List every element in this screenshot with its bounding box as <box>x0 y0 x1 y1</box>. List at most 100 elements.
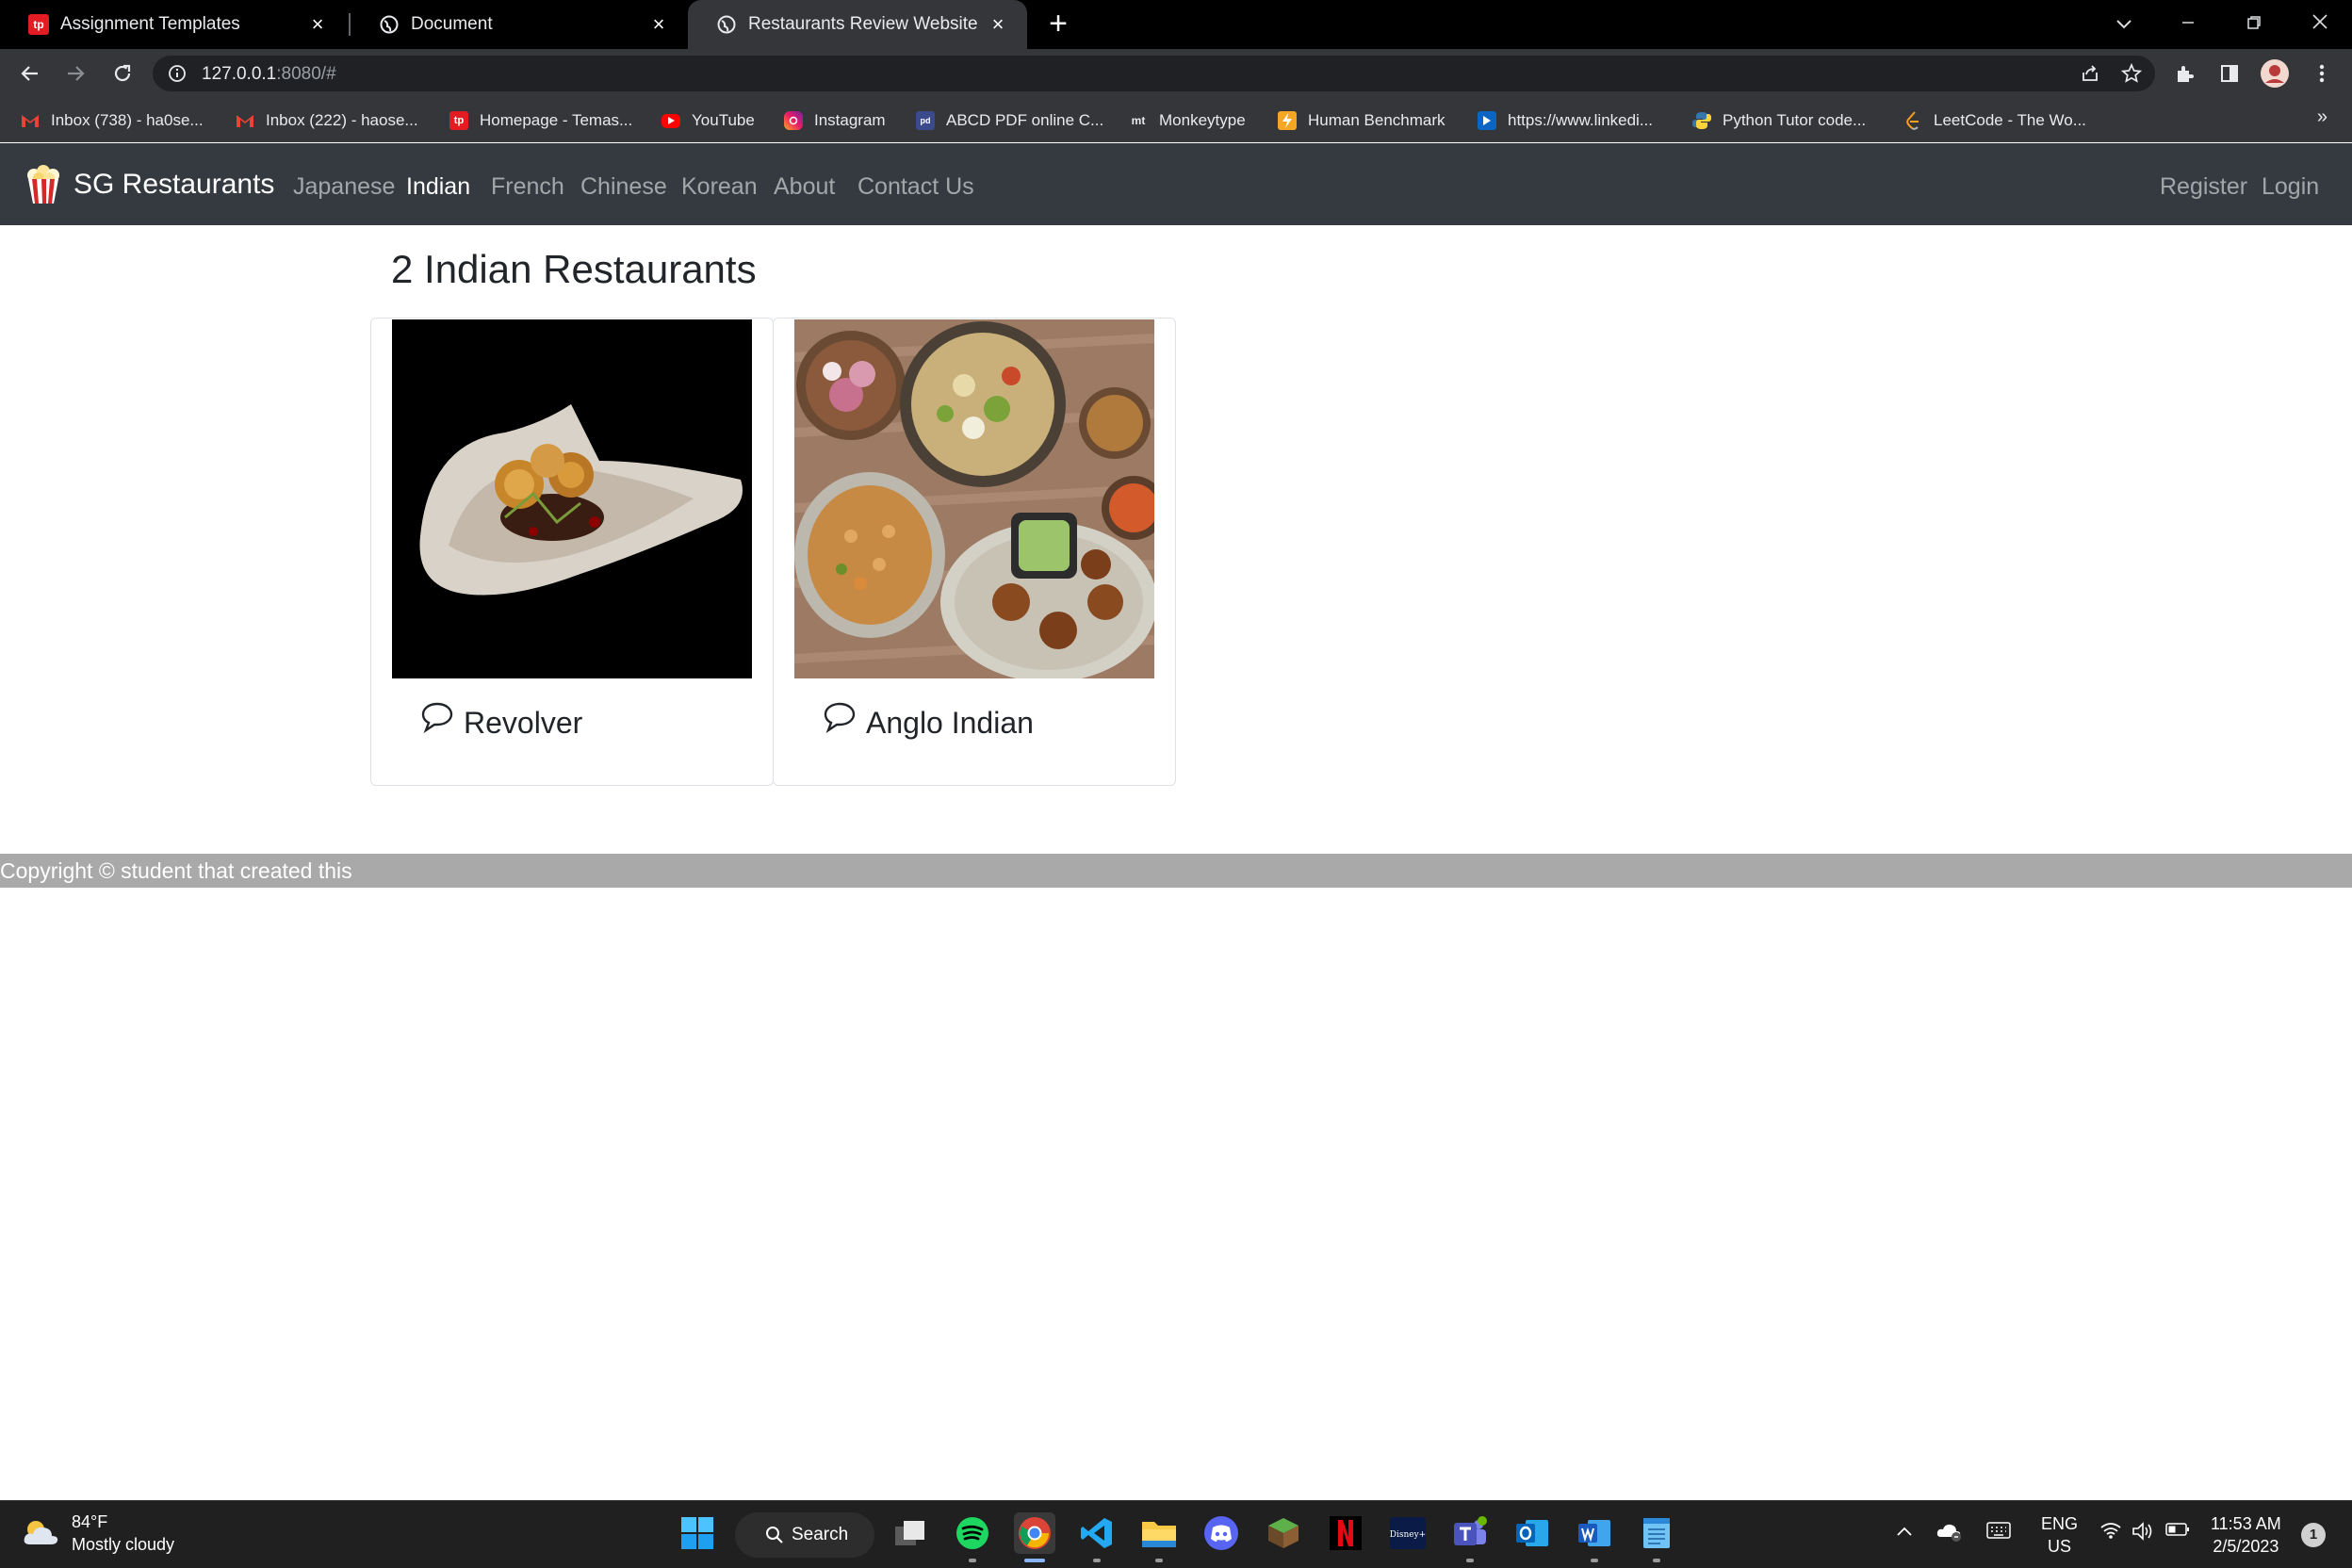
system-clock[interactable]: 11:53 AM 2/5/2023 <box>2211 1512 2281 1558</box>
notification-badge[interactable]: 1 <box>2301 1523 2326 1547</box>
bookmark-star-icon[interactable] <box>2115 57 2148 90</box>
notepad-icon[interactable] <box>1636 1512 1677 1562</box>
bookmark-label: YouTube <box>692 111 755 129</box>
minecraft-icon[interactable] <box>1263 1512 1304 1554</box>
word-icon[interactable] <box>1574 1512 1615 1562</box>
svg-text:Disney+: Disney+ <box>1390 1530 1426 1540</box>
wifi-icon[interactable] <box>2099 1522 2122 1544</box>
nav-korean[interactable]: Korean <box>681 173 758 201</box>
volume-icon[interactable] <box>2132 1522 2154 1545</box>
nav-about[interactable]: About <box>774 173 835 201</box>
show-hidden-icons-chevron-icon[interactable] <box>1896 1522 1913 1542</box>
nav-register[interactable]: Register <box>2160 173 2247 201</box>
close-tab-icon[interactable]: × <box>986 12 1010 37</box>
tab-assignment-templates[interactable]: tp Assignment Templates × <box>0 0 347 49</box>
discord-icon[interactable] <box>1200 1512 1242 1554</box>
tab-search-chevron-icon[interactable] <box>2107 8 2141 41</box>
linkedin-icon <box>1478 111 1496 130</box>
new-tab-button[interactable]: + <box>1043 8 1073 40</box>
address-bar[interactable]: 127.0.0.1:8080/# <box>153 56 2155 91</box>
share-icon[interactable] <box>2073 57 2107 90</box>
file-explorer-icon[interactable] <box>1138 1512 1180 1562</box>
restore-icon[interactable] <box>2237 8 2271 41</box>
nav-japanese[interactable]: Japanese <box>293 173 395 201</box>
bookmark-label: LeetCode - The Wo... <box>1934 111 2086 129</box>
tp-icon: tp <box>449 111 468 130</box>
extensions-puzzle-icon[interactable] <box>2167 57 2201 90</box>
taskbar-search[interactable]: Search <box>735 1512 874 1558</box>
bookmark-linkedin[interactable]: https://www.linkedi... <box>1478 108 1653 133</box>
gmail-icon <box>21 111 40 130</box>
battery-icon[interactable] <box>2165 1522 2190 1542</box>
nav-indian[interactable]: Indian <box>406 173 470 201</box>
vscode-icon[interactable] <box>1076 1512 1118 1562</box>
more-bookmarks-button[interactable]: » <box>2317 106 2328 128</box>
nav-chinese[interactable]: Chinese <box>580 173 667 201</box>
nav-french[interactable]: French <box>491 173 564 201</box>
bookmark-python-tutor[interactable]: Python Tutor code... <box>1692 108 1866 133</box>
gmail-icon <box>236 111 254 130</box>
windows-taskbar: 84°F Mostly cloudy Search Disney+ ENG US… <box>0 1500 2352 1568</box>
lang-top: ENG <box>2041 1514 2079 1533</box>
pdf-icon: pd <box>916 111 935 130</box>
nav-contact-us[interactable]: Contact Us <box>858 173 974 201</box>
bookmark-human-benchmark[interactable]: Human Benchmark <box>1278 108 1446 133</box>
side-panel-icon[interactable] <box>2213 57 2246 90</box>
weather-widget[interactable]: 84°F Mostly cloudy <box>21 1511 174 1556</box>
tab-document[interactable]: Document × <box>351 0 688 49</box>
chrome-taskbar-icon[interactable] <box>1014 1512 1055 1562</box>
url-text: 127.0.0.1:8080/# <box>202 64 336 85</box>
tab-restaurants-review[interactable]: Restaurants Review Website × <box>688 0 1027 49</box>
close-tab-icon[interactable]: × <box>646 12 671 37</box>
chrome-menu-icon[interactable] <box>2305 57 2339 90</box>
restaurant-photo[interactable] <box>794 319 1154 678</box>
bookmark-homepage[interactable]: tp Homepage - Temas... <box>449 108 632 133</box>
bookmark-abcd-pdf[interactable]: pd ABCD PDF online C... <box>916 108 1103 133</box>
back-icon[interactable] <box>13 57 47 90</box>
globe-icon <box>379 14 400 35</box>
bookmark-instagram[interactable]: Instagram <box>784 108 886 133</box>
restaurant-card[interactable]: Revolver <box>370 318 774 786</box>
start-windows-icon[interactable] <box>677 1512 718 1554</box>
restaurant-name[interactable]: Anglo Indian <box>866 706 1034 741</box>
onedrive-cloud-icon[interactable] <box>1936 1520 1962 1547</box>
bookmark-inbox-1[interactable]: Inbox (738) - ha0se... <box>21 108 204 133</box>
bookmark-leetcode[interactable]: LeetCode - The Wo... <box>1903 108 2086 133</box>
tab-title: Assignment Templates <box>60 14 240 34</box>
restaurant-name[interactable]: Revolver <box>464 706 582 741</box>
profile-avatar[interactable] <box>2258 57 2292 90</box>
bookmark-monkeytype[interactable]: mt Monkeytype <box>1129 108 1246 133</box>
comment-icon <box>421 702 453 733</box>
disney-plus-icon[interactable]: Disney+ <box>1387 1512 1429 1554</box>
reload-icon[interactable] <box>106 57 139 90</box>
clock-date: 2/5/2023 <box>2213 1537 2279 1556</box>
forward-icon[interactable] <box>58 57 92 90</box>
input-language[interactable]: ENG US <box>2041 1512 2078 1558</box>
tab-title: Document <box>411 14 493 34</box>
bookmark-inbox-2[interactable]: Inbox (222) - haose... <box>236 108 418 133</box>
url-path: :8080/# <box>276 64 336 84</box>
task-view-icon[interactable] <box>890 1512 931 1554</box>
instagram-icon <box>784 111 803 130</box>
minimize-icon[interactable] <box>2171 8 2205 41</box>
close-window-icon[interactable] <box>2303 8 2337 41</box>
running-indicator <box>1653 1559 1660 1562</box>
leetcode-icon <box>1903 111 1922 130</box>
teams-icon[interactable] <box>1449 1512 1491 1562</box>
brand-link[interactable]: SG Restaurants <box>23 164 274 205</box>
running-indicator <box>1466 1559 1474 1562</box>
weather-text: 84°F Mostly cloudy <box>72 1511 174 1556</box>
running-indicator <box>1155 1559 1163 1562</box>
netflix-icon[interactable] <box>1325 1512 1366 1554</box>
restaurant-card[interactable]: Anglo Indian <box>773 318 1176 786</box>
site-info-icon[interactable] <box>168 64 187 88</box>
nav-login[interactable]: Login <box>2262 173 2319 201</box>
restaurant-photo[interactable] <box>392 319 752 678</box>
keyboard-icon[interactable] <box>1986 1522 2011 1544</box>
outlook-icon[interactable] <box>1511 1512 1553 1554</box>
spotify-icon[interactable] <box>952 1512 993 1562</box>
weather-desc: Mostly cloudy <box>72 1535 175 1554</box>
running-indicator <box>1093 1559 1101 1562</box>
close-tab-icon[interactable]: × <box>305 12 330 37</box>
bookmark-youtube[interactable]: YouTube <box>662 108 755 133</box>
